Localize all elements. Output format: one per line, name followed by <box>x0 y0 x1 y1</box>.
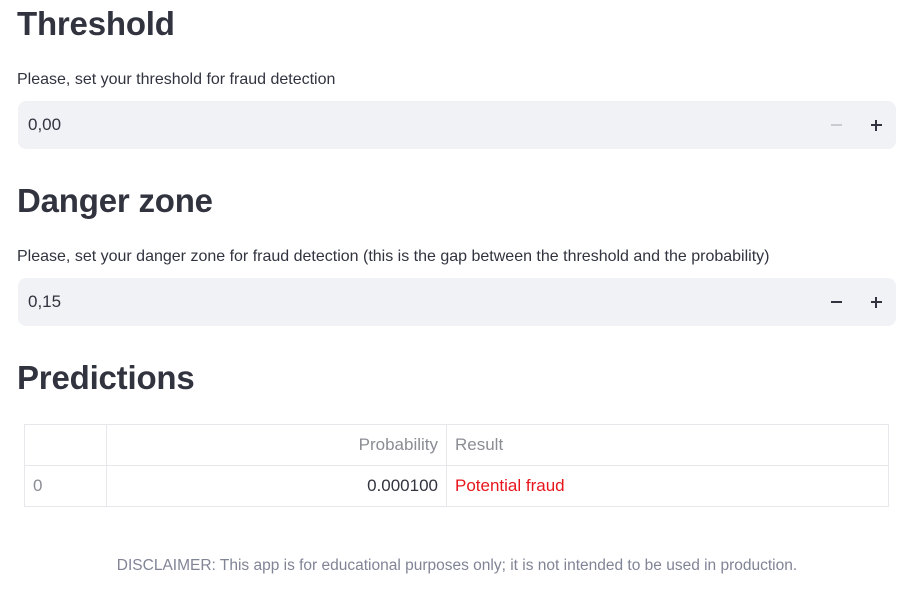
threshold-input[interactable] <box>28 101 808 149</box>
table-header-row: Probability Result <box>24 424 889 466</box>
threshold-number-input <box>18 101 896 149</box>
row-index[interactable]: 0 <box>24 465 107 507</box>
danger-zone-input[interactable] <box>28 278 808 326</box>
threshold-label: Please, set your threshold for fraud det… <box>17 71 336 88</box>
plus-icon <box>870 119 882 131</box>
index-column-header[interactable] <box>24 424 107 466</box>
danger-zone-number-input <box>18 278 896 326</box>
danger-zone-decrement-button[interactable] <box>816 278 856 326</box>
minus-icon <box>830 300 842 304</box>
threshold-increment-button[interactable] <box>856 101 896 149</box>
disclaimer-text: DISCLAIMER: This app is for educational … <box>116 557 798 574</box>
plus-icon <box>870 296 882 308</box>
minus-icon <box>830 123 842 127</box>
result-cell[interactable]: Potential fraud <box>446 465 889 507</box>
danger-zone-increment-button[interactable] <box>856 278 896 326</box>
threshold-heading: Threshold <box>17 5 175 42</box>
result-column-header[interactable]: Result <box>446 424 889 466</box>
threshold-decrement-button[interactable] <box>816 101 856 149</box>
predictions-heading: Predictions <box>17 359 195 396</box>
predictions-table: Probability Result 0 0.000100 Potential … <box>24 424 889 507</box>
danger-zone-heading: Danger zone <box>17 182 213 219</box>
probability-column-header[interactable]: Probability <box>106 424 447 466</box>
table-row: 0 0.000100 Potential fraud <box>24 465 889 507</box>
probability-cell[interactable]: 0.000100 <box>106 465 447 507</box>
danger-zone-label: Please, set your danger zone for fraud d… <box>17 248 770 265</box>
app-page: Threshold Please, set your threshold for… <box>0 0 914 589</box>
